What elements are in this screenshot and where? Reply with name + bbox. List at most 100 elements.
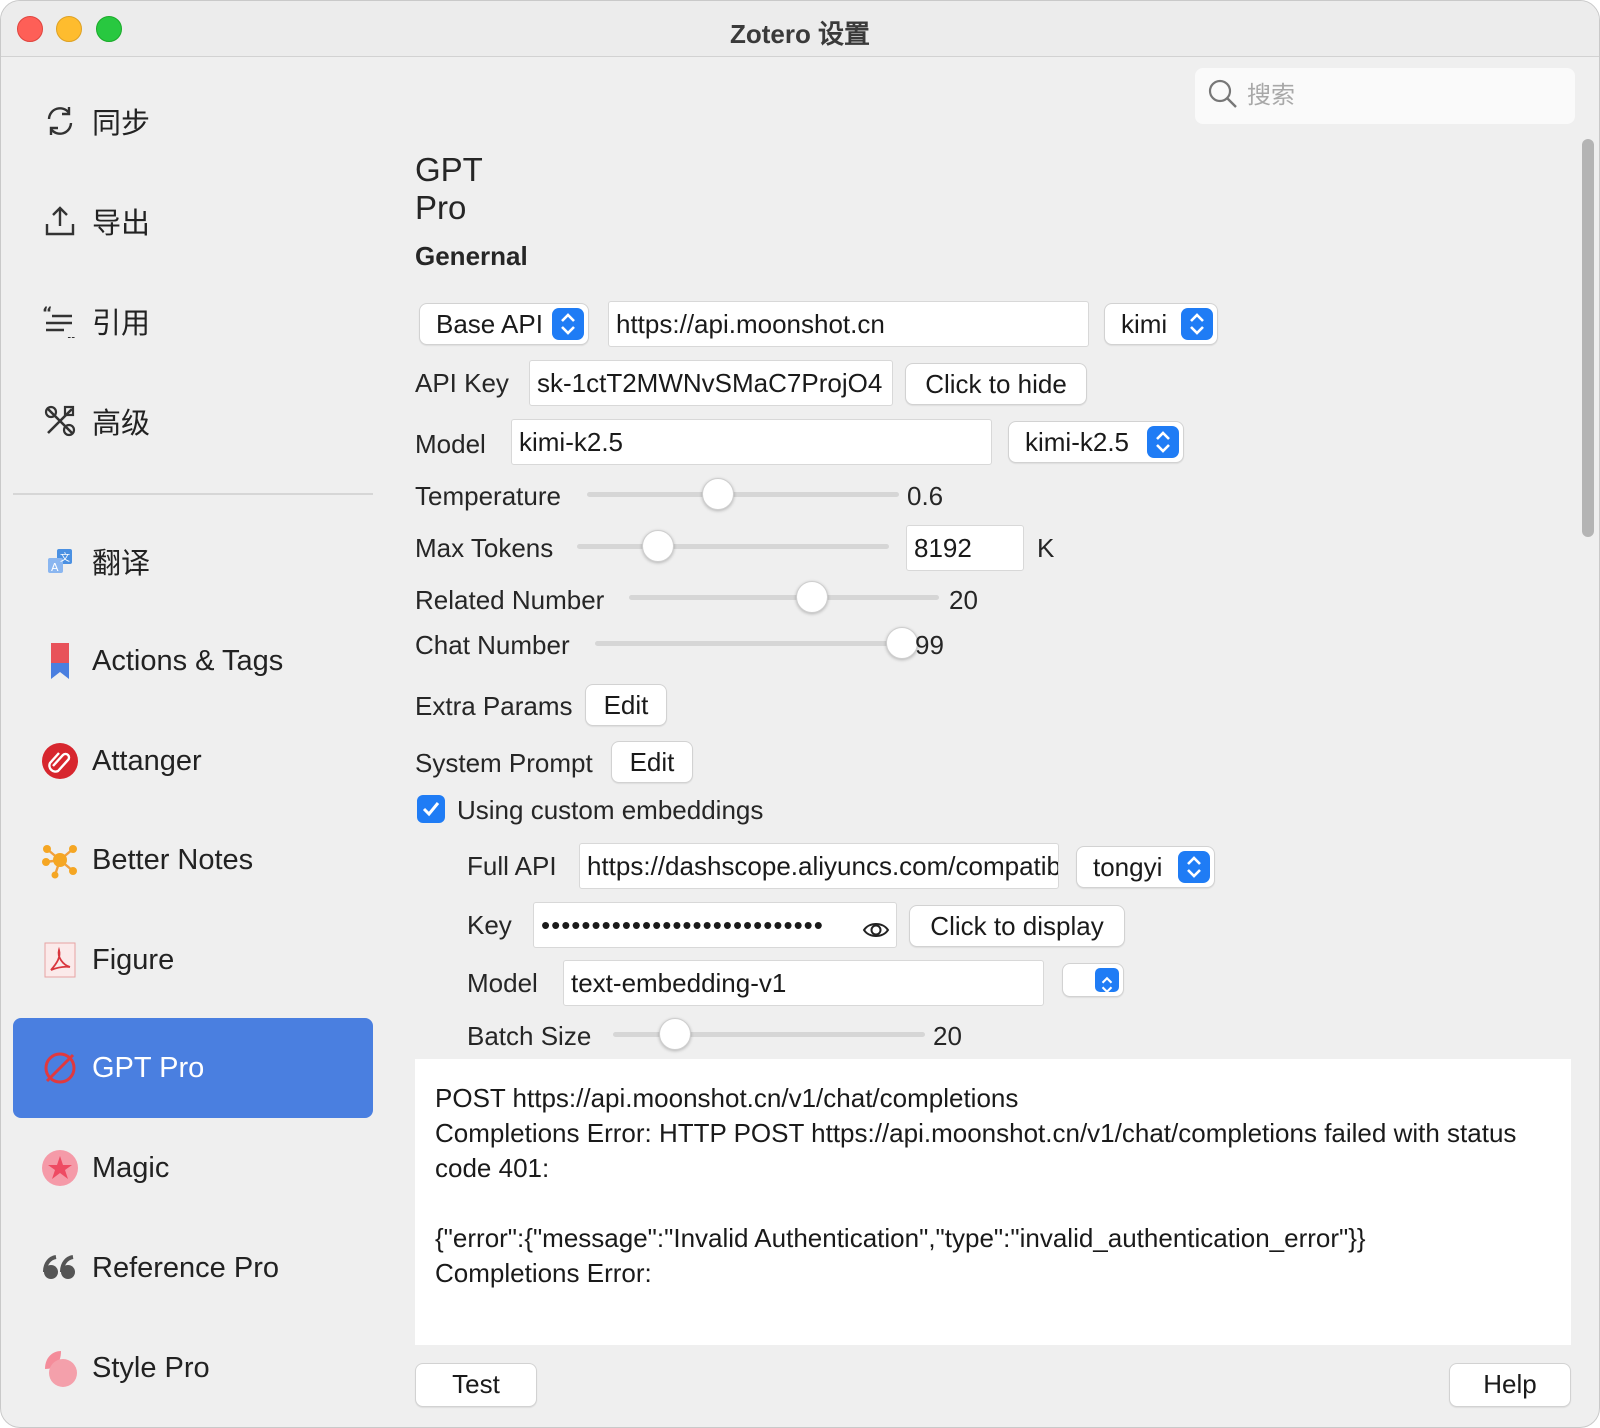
sidebar-divider: [13, 493, 373, 495]
max-tokens-slider[interactable]: [577, 530, 889, 562]
temperature-slider[interactable]: [587, 478, 899, 510]
sidebar-item-figure[interactable]: Figure: [13, 910, 373, 1010]
chevron-updown-icon: [1178, 851, 1210, 883]
related-number-value: 20: [949, 585, 978, 615]
svg-text:A: A: [51, 561, 59, 574]
full-api-label: Full API: [467, 851, 557, 881]
title-bar: Zotero 设置: [1, 1, 1599, 57]
edit-system-prompt-button[interactable]: Edit: [611, 741, 693, 783]
chevron-updown-icon: [1147, 426, 1179, 458]
custom-embeddings-label: Using custom embeddings: [457, 795, 764, 825]
help-button[interactable]: Help: [1449, 1363, 1571, 1407]
page-title: GPT Pro: [415, 151, 483, 226]
embedding-key-label: Key: [467, 910, 512, 940]
related-number-label: Related Number: [415, 585, 605, 615]
search-input[interactable]: [1247, 82, 1547, 110]
bookmark-icon: [41, 642, 79, 680]
chevron-updown-icon: [1181, 308, 1213, 340]
embedding-key-masked-value: ••••••••••••••••••••••••••••: [541, 910, 824, 940]
magic-star-icon: [41, 1149, 79, 1187]
model-input[interactable]: kimi-k2.5: [511, 419, 992, 465]
max-tokens-slider-knob[interactable]: [642, 530, 675, 562]
sidebar-item-label: 导出: [92, 208, 151, 240]
max-tokens-unit: K: [1037, 533, 1055, 563]
sidebar-item-label: GPT Pro: [92, 1051, 205, 1084]
sidebar-item-reference-pro[interactable]: Reference Pro: [13, 1218, 373, 1318]
advanced-tools-icon: [41, 402, 79, 440]
sync-icon: [41, 102, 79, 140]
sidebar-item-advanced[interactable]: 高级: [13, 371, 373, 471]
model-select[interactable]: kimi-k2.5: [1008, 421, 1184, 463]
preferences-window: Zotero 设置 同步 导出 “„ 引用 高级 A 文 翻译 Actions …: [0, 0, 1600, 1428]
sidebar-item-label: Figure: [92, 943, 175, 976]
sidebar-item-translate[interactable]: A文 翻译: [13, 511, 373, 611]
max-tokens-input[interactable]: 8192: [906, 525, 1024, 571]
sidebar-item-sync[interactable]: 同步: [13, 71, 373, 171]
chevron-updown-icon: [552, 308, 584, 340]
embedding-provider-select[interactable]: tongyi: [1076, 846, 1215, 888]
api-key-label: API Key: [415, 368, 509, 398]
sidebar-item-gpt-pro[interactable]: GPT Pro: [13, 1018, 373, 1118]
batch-size-label: Batch Size: [467, 1021, 592, 1051]
sidebar-item-label: Style Pro: [92, 1351, 210, 1384]
custom-embeddings-checkbox[interactable]: [417, 795, 445, 823]
test-button[interactable]: Test: [415, 1363, 537, 1407]
temperature-slider-knob[interactable]: [702, 478, 735, 510]
max-tokens-label: Max Tokens: [415, 533, 554, 563]
system-prompt-label: System Prompt: [415, 748, 593, 778]
network-nodes-icon: [41, 841, 79, 879]
sidebar-item-label: 同步: [92, 108, 151, 140]
translate-icon: A文: [41, 542, 79, 580]
export-icon: [41, 202, 79, 240]
api-provider-select-value: kimi: [1121, 309, 1168, 339]
chat-number-slider[interactable]: [595, 627, 918, 659]
window-title: Zotero 设置: [729, 19, 871, 49]
api-mode-select[interactable]: Base API: [419, 303, 589, 345]
api-provider-select[interactable]: kimi: [1104, 303, 1218, 345]
embedding-provider-select-value: tongyi: [1093, 852, 1163, 882]
full-api-input[interactable]: https://dashscope.aliyuncs.com/compatibl…: [579, 843, 1059, 889]
checkmark-icon: [422, 802, 440, 817]
eye-icon[interactable]: [862, 912, 890, 947]
related-number-slider-knob[interactable]: [795, 581, 828, 613]
related-number-slider[interactable]: [629, 581, 939, 613]
sidebar-item-attanger[interactable]: Attanger: [13, 711, 373, 811]
sidebar-item-label: 高级: [92, 408, 151, 440]
chevron-updown-icon: [1095, 968, 1119, 994]
quote-icon: [41, 1249, 79, 1287]
api-mode-select-value: Base API: [436, 309, 543, 339]
edit-extra-params-button[interactable]: Edit: [585, 684, 667, 726]
style-petal-icon: [41, 1349, 79, 1387]
search-icon: [1207, 78, 1239, 115]
sidebar-item-label: Actions & Tags: [92, 644, 284, 677]
embedding-model-input[interactable]: text-embedding-v1: [563, 960, 1044, 1006]
embedding-key-input[interactable]: ••••••••••••••••••••••••••••: [533, 902, 897, 948]
api-key-input[interactable]: sk-1ctT2MWNvSMaC7ProjO4: [529, 360, 893, 406]
sidebar-item-better-notes[interactable]: Better Notes: [13, 810, 373, 910]
temperature-label: Temperature: [415, 481, 561, 511]
temperature-value: 0.6: [907, 481, 944, 511]
sidebar-item-label: Attanger: [92, 744, 202, 777]
section-title: Genernal: [415, 241, 528, 271]
embedding-model-label: Model: [467, 968, 538, 998]
sidebar-item-magic[interactable]: Magic: [13, 1118, 373, 1218]
search-box[interactable]: [1195, 68, 1575, 124]
gpt-pro-icon: [41, 1049, 79, 1087]
batch-size-slider-knob[interactable]: [659, 1018, 692, 1050]
sidebar-item-label: Reference Pro: [92, 1251, 279, 1284]
sidebar-item-actions-tags[interactable]: Actions & Tags: [13, 611, 373, 711]
sidebar-item-style-pro[interactable]: Style Pro: [13, 1318, 373, 1418]
api-url-input[interactable]: https://api.moonshot.cn: [608, 301, 1089, 347]
response-log: POST https://api.moonshot.cn/v1/chat/com…: [415, 1059, 1571, 1345]
vertical-scrollbar[interactable]: [1582, 139, 1594, 537]
chat-number-slider-knob[interactable]: [885, 627, 918, 659]
svg-text:“: “: [42, 304, 53, 322]
sidebar-item-export[interactable]: 导出: [13, 171, 373, 271]
chat-number-label: Chat Number: [415, 630, 570, 660]
toggle-embedding-key-button[interactable]: Click to display: [909, 905, 1125, 947]
toggle-key-visibility-button[interactable]: Click to hide: [905, 363, 1087, 405]
sidebar-item-cite[interactable]: “„ 引用: [13, 271, 373, 371]
svg-text:„: „: [66, 325, 77, 338]
embedding-model-select[interactable]: [1062, 963, 1124, 997]
batch-size-slider[interactable]: [613, 1018, 925, 1050]
